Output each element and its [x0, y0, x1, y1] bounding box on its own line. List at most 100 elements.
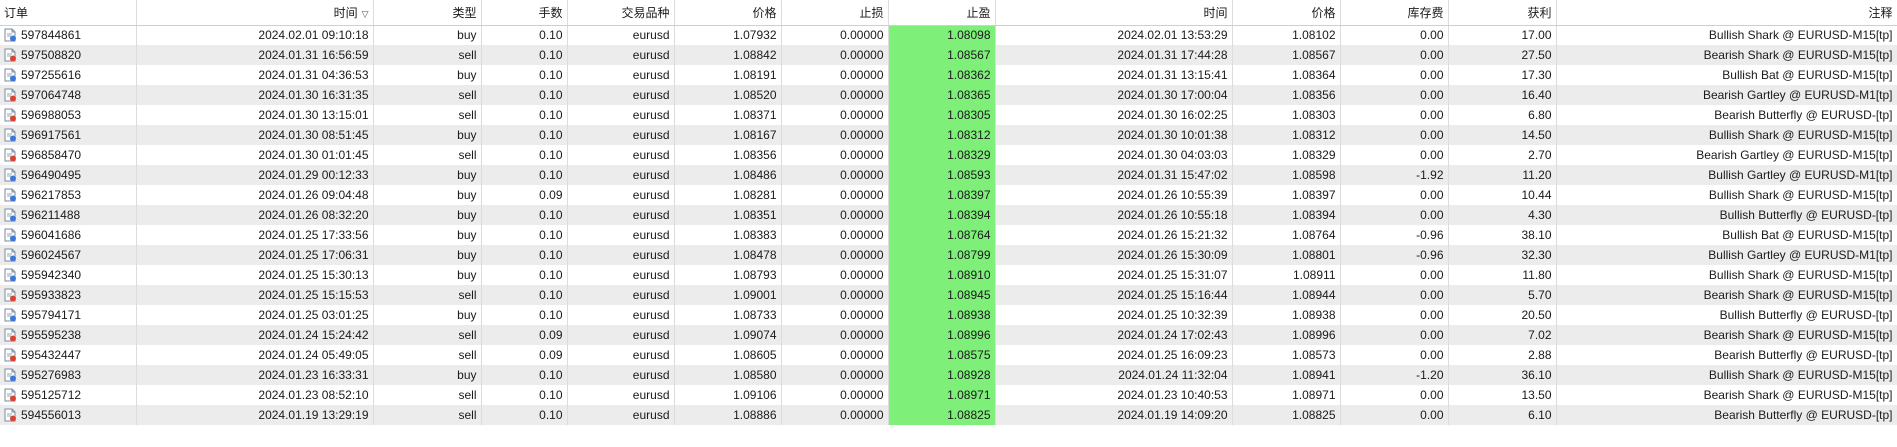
- tp-cell: 1.08971: [888, 385, 996, 405]
- table-row[interactable]: 596024567 2024.01.25 17:06:31 buy 0.10 eurus…: [0, 245, 1897, 265]
- col-header-sl[interactable]: 止损: [781, 0, 889, 26]
- ticket-cell: 596917561: [0, 125, 137, 145]
- profit-cell: 36.10: [1448, 365, 1557, 385]
- volume-cell: 0.09: [481, 185, 568, 205]
- volume-cell: 0.10: [481, 245, 568, 265]
- tp-cell: 1.08825: [888, 405, 996, 425]
- table-row[interactable]: 597255616 2024.01.31 04:36:53 buy 0.10 eurus…: [0, 65, 1897, 85]
- open-price-cell: 1.08356: [674, 145, 782, 165]
- tp-cell: 1.08945: [888, 285, 996, 305]
- ticket-number: 596217853: [21, 188, 82, 202]
- ticket-cell: 595432447: [0, 345, 137, 365]
- table-row[interactable]: 596858470 2024.01.30 01:01:45 sell 0.10 euru…: [0, 145, 1897, 165]
- open-price-cell: 1.08371: [674, 105, 782, 125]
- open-time-cell: 2024.01.23 16:33:31: [136, 365, 374, 385]
- ticket-number: 596041686: [21, 228, 82, 242]
- comment-cell: Bullish Butterfly @ EURUSD-[tp]: [1556, 305, 1897, 325]
- volume-cell: 0.10: [481, 85, 568, 105]
- open-price-cell: 1.08886: [674, 405, 782, 425]
- swap-cell: 0.00: [1340, 25, 1449, 45]
- ticket-number: 596917561: [21, 128, 82, 142]
- table-row[interactable]: 595595238 2024.01.24 15:24:42 sell 0.09 euru…: [0, 325, 1897, 345]
- close-price-cell: 1.08911: [1232, 265, 1341, 285]
- table-row[interactable]: 595933823 2024.01.25 15:15:53 sell 0.10 euru…: [0, 285, 1897, 305]
- comment-cell: Bearish Butterfly @ EURUSD-[tp]: [1556, 105, 1897, 125]
- ticket-number: 596988053: [21, 108, 82, 122]
- col-header-close-price[interactable]: 价格: [1232, 0, 1341, 26]
- col-header-swap[interactable]: 库存费: [1340, 0, 1449, 26]
- col-header-open-price-label: 价格: [752, 5, 777, 20]
- ticket-cell: 597255616: [0, 65, 137, 85]
- sl-cell: 0.00000: [781, 225, 889, 245]
- profit-cell: 6.80: [1448, 105, 1557, 125]
- table-row[interactable]: 596217853 2024.01.26 09:04:48 buy 0.09 eurus…: [0, 185, 1897, 205]
- type-cell: buy: [373, 125, 482, 145]
- comment-cell: Bearish Shark @ EURUSD-M15[tp]: [1556, 45, 1897, 65]
- col-header-type[interactable]: 类型: [373, 0, 482, 26]
- col-header-ticket[interactable]: 订单: [0, 0, 137, 26]
- ticket-cell: 597508820: [0, 45, 137, 65]
- col-header-profit-label: 获利: [1527, 5, 1552, 20]
- comment-cell: Bearish Gartley @ EURUSD-M15[tp]: [1556, 145, 1897, 165]
- col-header-symbol[interactable]: 交易品种: [567, 0, 675, 26]
- volume-cell: 0.10: [481, 205, 568, 225]
- open-price-cell: 1.08842: [674, 45, 782, 65]
- open-price-cell: 1.08793: [674, 265, 782, 285]
- sell-order-icon: [3, 288, 17, 302]
- table-row[interactable]: 594556013 2024.01.19 13:29:19 sell 0.10 euru…: [0, 405, 1897, 425]
- col-header-symbol-label: 交易品种: [621, 5, 670, 20]
- table-row[interactable]: 597064748 2024.01.30 16:31:35 sell 0.10 euru…: [0, 85, 1897, 105]
- close-time-cell: 2024.01.24 17:02:43: [995, 325, 1233, 345]
- col-header-open-time-label: 时间: [333, 5, 358, 20]
- col-header-open-time[interactable]: 时间 ▽: [136, 0, 374, 26]
- close-time-cell: 2024.01.25 10:32:39: [995, 305, 1233, 325]
- table-row[interactable]: 596988053 2024.01.30 13:15:01 sell 0.10 euru…: [0, 105, 1897, 125]
- type-cell: buy: [373, 25, 482, 45]
- ticket-number: 597064748: [21, 88, 82, 102]
- table-row[interactable]: 595794171 2024.01.25 03:01:25 buy 0.10 eurus…: [0, 305, 1897, 325]
- sl-cell: 0.00000: [781, 345, 889, 365]
- profit-cell: 4.30: [1448, 205, 1557, 225]
- table-row[interactable]: 595942340 2024.01.25 15:30:13 buy 0.10 eurus…: [0, 265, 1897, 285]
- sl-cell: 0.00000: [781, 165, 889, 185]
- table-row[interactable]: 596490495 2024.01.29 00:12:33 buy 0.10 eurus…: [0, 165, 1897, 185]
- col-header-open-price[interactable]: 价格: [674, 0, 782, 26]
- table-row[interactable]: 595276983 2024.01.23 16:33:31 buy 0.10 eurus…: [0, 365, 1897, 385]
- col-header-profit[interactable]: 获利: [1448, 0, 1557, 26]
- table-row[interactable]: 596211488 2024.01.26 08:32:20 buy 0.10 eurus…: [0, 205, 1897, 225]
- tp-cell: 1.08799: [888, 245, 996, 265]
- col-header-close-time[interactable]: 时间: [995, 0, 1233, 26]
- tp-cell: 1.08938: [888, 305, 996, 325]
- col-header-ticket-label: 订单: [4, 5, 29, 20]
- col-header-tp[interactable]: 止盈: [888, 0, 996, 26]
- table-row[interactable]: 597844861 2024.02.01 09:10:18 buy 0.10 eurus…: [0, 25, 1897, 45]
- profit-cell: 11.80: [1448, 265, 1557, 285]
- table-row[interactable]: 597508820 2024.01.31 16:56:59 sell 0.10 euru…: [0, 45, 1897, 65]
- table-row[interactable]: 595432447 2024.01.24 05:49:05 sell 0.09 euru…: [0, 345, 1897, 365]
- tp-cell: 1.08329: [888, 145, 996, 165]
- tp-cell: 1.08365: [888, 85, 996, 105]
- table-row[interactable]: 595125712 2024.01.23 08:52:10 sell 0.10 euru…: [0, 385, 1897, 405]
- ticket-number: 597508820: [21, 48, 82, 62]
- sl-cell: 0.00000: [781, 205, 889, 225]
- table-row[interactable]: 596041686 2024.01.25 17:33:56 buy 0.10 eurus…: [0, 225, 1897, 245]
- table-row[interactable]: 596917561 2024.01.30 08:51:45 buy 0.10 eurus…: [0, 125, 1897, 145]
- col-header-volume[interactable]: 手数: [481, 0, 568, 26]
- comment-cell: Bullish Shark @ EURUSD-M15[tp]: [1556, 185, 1897, 205]
- symbol-cell: eurusd: [567, 245, 675, 265]
- comment-cell: Bullish Butterfly @ EURUSD-[tp]: [1556, 205, 1897, 225]
- profit-cell: 2.88: [1448, 345, 1557, 365]
- ticket-cell: 596041686: [0, 225, 137, 245]
- sl-cell: 0.00000: [781, 85, 889, 105]
- close-price-cell: 1.08329: [1232, 145, 1341, 165]
- open-price-cell: 1.09074: [674, 325, 782, 345]
- type-cell: buy: [373, 245, 482, 265]
- type-cell: buy: [373, 65, 482, 85]
- col-header-comment[interactable]: 注释: [1556, 0, 1897, 26]
- volume-cell: 0.09: [481, 325, 568, 345]
- close-price-cell: 1.08303: [1232, 105, 1341, 125]
- tp-cell: 1.08996: [888, 325, 996, 345]
- open-price-cell: 1.08520: [674, 85, 782, 105]
- comment-cell: Bullish Gartley @ EURUSD-M1[tp]: [1556, 165, 1897, 185]
- swap-cell: -0.96: [1340, 245, 1449, 265]
